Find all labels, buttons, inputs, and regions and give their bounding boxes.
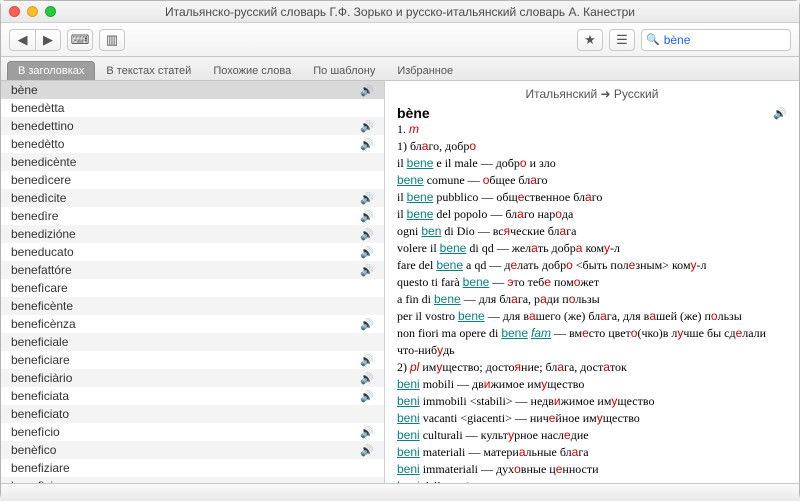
close-icon[interactable] — [9, 6, 20, 17]
list-item[interactable]: benedìcite 🔊 — [1, 189, 384, 207]
word-label: bène — [11, 83, 38, 97]
list-item[interactable]: beneficiata 🔊 — [1, 387, 384, 405]
speaker-icon[interactable]: 🔊 — [360, 120, 374, 133]
speaker-icon[interactable]: 🔊 — [360, 246, 374, 259]
list-item[interactable]: beneficiàrio 🔊 — [1, 369, 384, 387]
list-item[interactable]: beneficiale — [1, 333, 384, 351]
article-pane[interactable]: Итальянский ➜ Русский bène 🔊 1. m1) благ… — [385, 81, 799, 483]
titlebar: Итальянско-русский словарь Г.Ф. Зорько и… — [1, 1, 799, 23]
books-button[interactable]: ▥ — [99, 29, 125, 51]
minimize-icon[interactable] — [27, 6, 38, 17]
speaker-icon[interactable]: 🔊 — [360, 84, 374, 97]
word-label: benedicènte — [11, 155, 76, 169]
search-icon: 🔍 — [646, 33, 660, 46]
speaker-icon[interactable]: 🔊 — [360, 354, 374, 367]
word-label: benedètto — [11, 137, 64, 151]
word-label: benefìcare — [11, 281, 68, 295]
word-label: benèfico — [11, 443, 56, 457]
speaker-icon[interactable]: 🔊 — [360, 372, 374, 385]
word-list[interactable]: bène🔊benedèttabenedettino🔊benedètto🔊bene… — [1, 81, 385, 483]
tab-4[interactable]: Избранное — [386, 61, 464, 80]
list-item[interactable]: beneducato 🔊 — [1, 243, 384, 261]
favorite-button[interactable]: ★ — [577, 29, 603, 51]
search-input[interactable] — [664, 33, 800, 47]
word-label: benedètta — [11, 101, 64, 115]
back-button[interactable]: ◀ — [9, 29, 35, 51]
list-item[interactable]: benedìre 🔊 — [1, 207, 384, 225]
word-label: beneficènza — [11, 317, 76, 331]
speaker-icon[interactable]: 🔊 — [360, 138, 374, 151]
list-item[interactable]: bène 🔊 — [1, 81, 384, 99]
word-label: benefìcio — [11, 425, 60, 439]
list-item[interactable]: benedètta — [1, 99, 384, 117]
list-item[interactable]: benefiziare — [1, 459, 384, 477]
tab-2[interactable]: Похожие слова — [202, 61, 302, 80]
article-body: 1. m1) благо, доброil bene e il male — д… — [397, 121, 787, 483]
word-label: beneficiale — [11, 335, 68, 349]
tab-1[interactable]: В текстах статей — [95, 61, 202, 80]
window-title: Итальянско-русский словарь Г.Ф. Зорько и… — [1, 5, 799, 19]
list-item[interactable]: benefìcare — [1, 279, 384, 297]
headword: bène — [397, 105, 430, 121]
window-controls — [9, 6, 56, 17]
speaker-icon[interactable]: 🔊 — [360, 210, 374, 223]
nav-group: ◀ ▶ — [9, 29, 61, 51]
list-item[interactable]: benedizióne 🔊 — [1, 225, 384, 243]
speaker-icon[interactable]: 🔊 — [360, 228, 374, 241]
speaker-icon[interactable]: 🔊 — [360, 444, 374, 457]
word-label: benefattóre — [11, 263, 72, 277]
speaker-icon[interactable]: 🔊 — [360, 264, 374, 277]
list-item[interactable]: benedicènte — [1, 153, 384, 171]
content: bène🔊benedèttabenedettino🔊benedètto🔊bene… — [1, 81, 799, 483]
word-label: beneficiare — [11, 353, 70, 367]
keyboard-button[interactable]: ⌨ — [67, 29, 93, 51]
speaker-icon[interactable]: 🔊 — [360, 318, 374, 331]
list-item[interactable]: benedettino 🔊 — [1, 117, 384, 135]
word-label: benedettino — [11, 119, 74, 133]
tab-3[interactable]: По шаблону — [302, 61, 386, 80]
forward-button[interactable]: ▶ — [35, 29, 61, 51]
list-item[interactable]: benedètto 🔊 — [1, 135, 384, 153]
speaker-icon[interactable]: 🔊 — [773, 107, 787, 120]
word-label: benedìcere — [11, 173, 71, 187]
list-item[interactable]: benefìzio — [1, 477, 384, 483]
list-button[interactable]: ☰ — [609, 29, 635, 51]
tab-0[interactable]: В заголовках — [7, 61, 95, 80]
list-item[interactable]: benedìcere — [1, 171, 384, 189]
word-label: beneficènte — [11, 299, 73, 313]
statusbar — [1, 483, 799, 501]
list-item[interactable]: beneficènza 🔊 — [1, 315, 384, 333]
list-item[interactable]: benefìcio 🔊 — [1, 423, 384, 441]
toolbar: ◀ ▶ ⌨ ▥ ★ ☰ 🔍 ⓧ — [1, 23, 799, 57]
list-item[interactable]: benèfico 🔊 — [1, 441, 384, 459]
word-label: beneficiata — [11, 389, 69, 403]
direction-label: Итальянский ➜ Русский — [397, 87, 787, 101]
speaker-icon[interactable]: 🔊 — [360, 390, 374, 403]
speaker-icon[interactable]: 🔊 — [360, 192, 374, 205]
list-item[interactable]: beneficènte — [1, 297, 384, 315]
word-label: benedizióne — [11, 227, 76, 241]
word-label: benefìzio — [11, 479, 60, 483]
word-label: benefiziare — [11, 461, 70, 475]
zoom-icon[interactable] — [45, 6, 56, 17]
tabbar: В заголовкахВ текстах статейПохожие слов… — [1, 57, 799, 81]
word-label: beneficiàrio — [11, 371, 72, 385]
word-label: beneficiato — [11, 407, 69, 421]
word-label: benedìcite — [11, 191, 66, 205]
list-item[interactable]: beneficiato — [1, 405, 384, 423]
word-label: benedìre — [11, 209, 58, 223]
search-box[interactable]: 🔍 ⓧ — [641, 29, 791, 51]
list-item[interactable]: beneficiare 🔊 — [1, 351, 384, 369]
speaker-icon[interactable]: 🔊 — [360, 426, 374, 439]
word-label: beneducato — [11, 245, 74, 259]
list-item[interactable]: benefattóre 🔊 — [1, 261, 384, 279]
